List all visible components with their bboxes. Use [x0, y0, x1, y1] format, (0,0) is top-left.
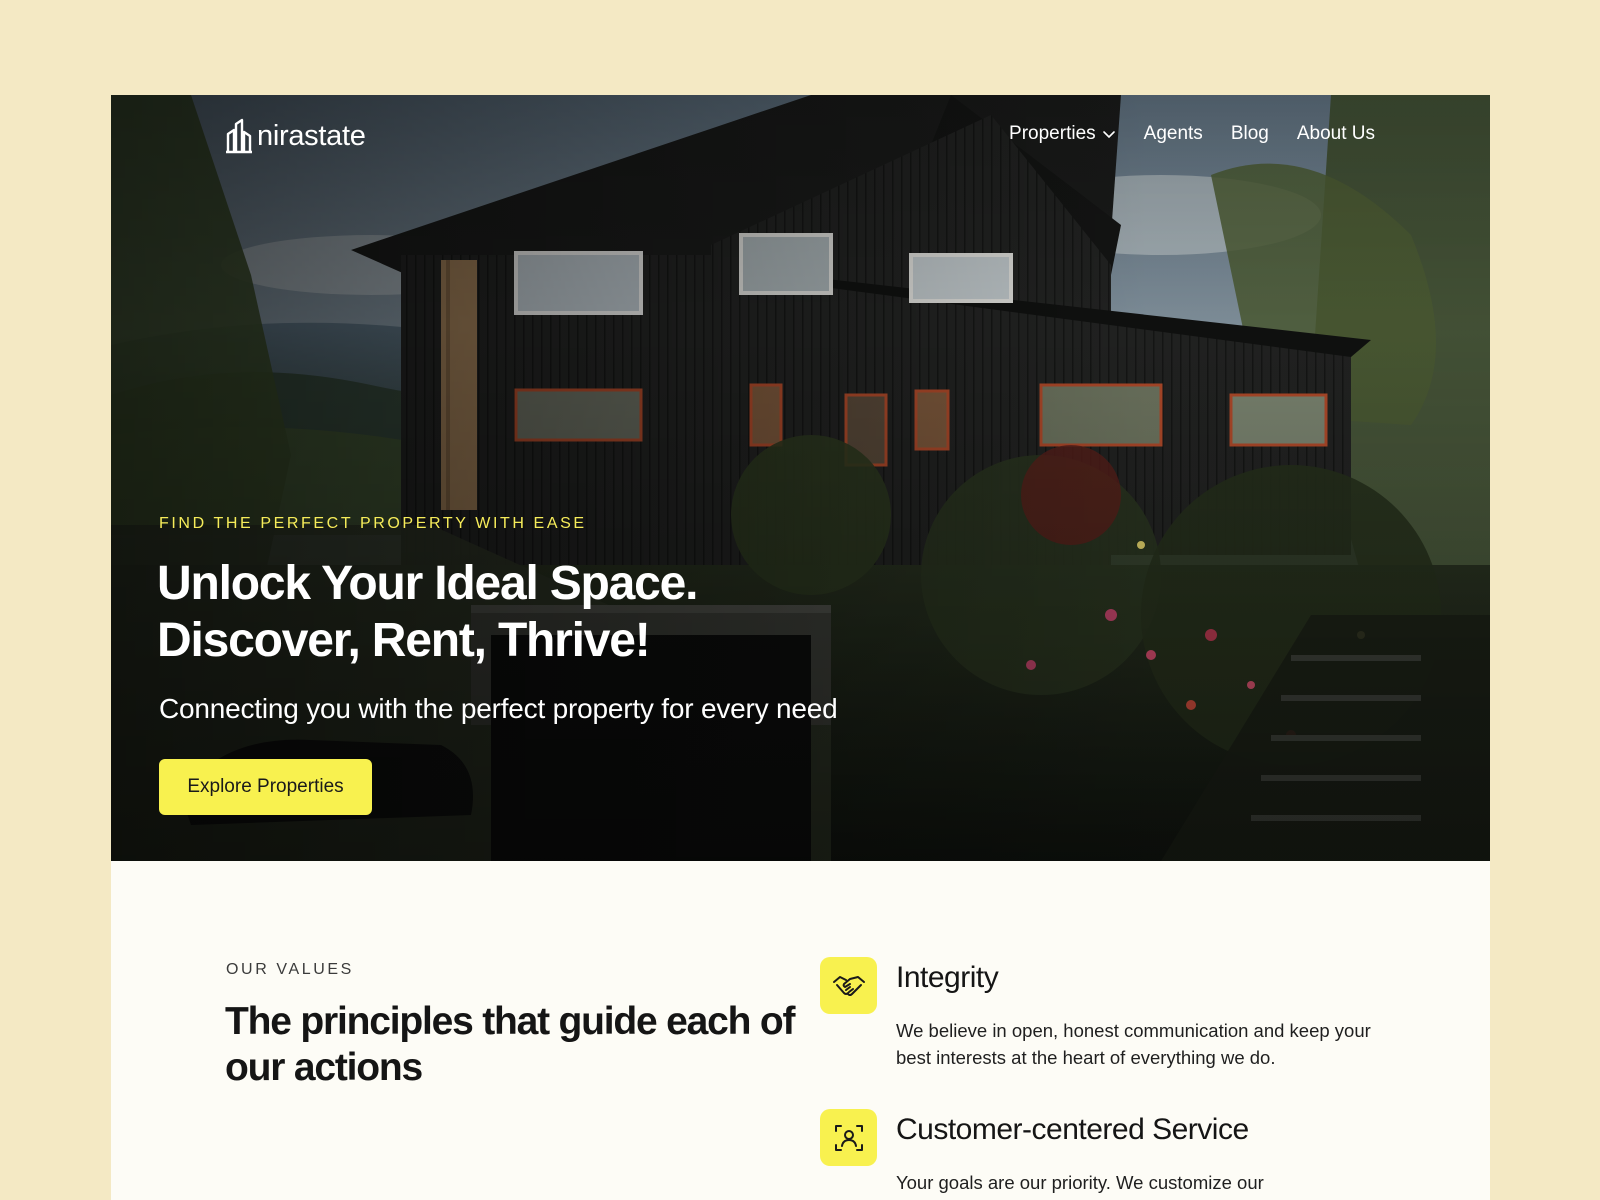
main-nav: Properties Agents Blog About Us [1009, 123, 1375, 145]
nav-item-label: Agents [1143, 123, 1203, 144]
hero-overlay [111, 95, 1490, 861]
handshake-icon [832, 975, 865, 996]
nav-item-agents[interactable]: Agents [1144, 123, 1203, 145]
hero-headline-line2: Discover, Rent, Thrive! [157, 614, 651, 667]
site-frame: nirastate Properties Agents Blog About U… [111, 95, 1490, 1200]
value-icon-wrapper [820, 957, 877, 1014]
nav-item-blog[interactable]: Blog [1231, 123, 1269, 145]
nav-item-label: About Us [1296, 123, 1375, 144]
nav-item-properties[interactable]: Properties [1009, 123, 1116, 145]
hero-subline: Connecting you with the perfect property… [159, 693, 838, 724]
nav-item-label: Blog [1230, 123, 1269, 144]
value-title: Customer-centered Service [896, 1113, 1249, 1146]
chevron-down-icon [1102, 131, 1115, 139]
nav-item-label: Properties [1009, 123, 1096, 144]
building-logo-icon [226, 118, 252, 154]
values-eyebrow: OUR VALUES [226, 961, 354, 978]
hero-eyebrow: FIND THE PERFECT PROPERTY WITH EASE [159, 515, 587, 532]
value-icon-wrapper [820, 1109, 877, 1166]
brand-logo[interactable]: nirastate [225, 118, 366, 154]
value-title: Integrity [896, 961, 999, 994]
customer-focus-icon [834, 1124, 863, 1151]
brand-name: nirastate [257, 119, 366, 152]
explore-properties-button[interactable]: Explore Properties [159, 759, 372, 815]
values-title: The principles that guide each of our ac… [225, 1000, 796, 1089]
value-description: We believe in open, honest communication… [896, 1020, 1371, 1068]
hero-headline-line1: Unlock Your Ideal Space. [157, 557, 698, 610]
hero-section: nirastate Properties Agents Blog About U… [111, 95, 1490, 861]
hero-headline: Unlock Your Ideal Space. Discover, Rent,… [157, 555, 857, 669]
nav-item-about-us[interactable]: About Us [1297, 123, 1375, 145]
value-description: Your goals are our priority. We customiz… [896, 1172, 1264, 1193]
